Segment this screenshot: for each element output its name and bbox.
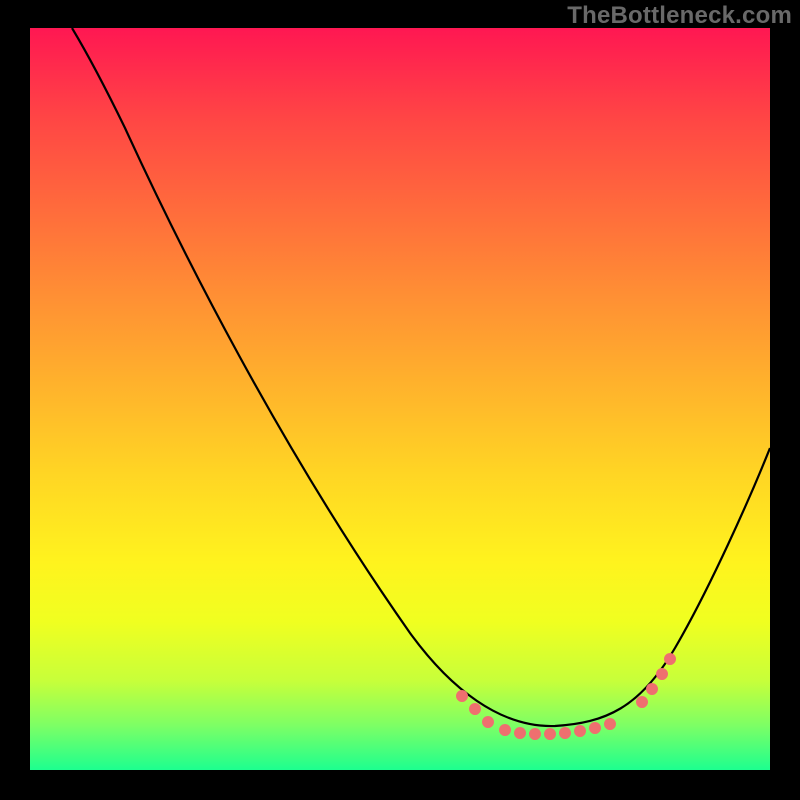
bottleneck-curve xyxy=(72,28,770,726)
watermark-text: TheBottleneck.com xyxy=(567,2,792,30)
chart-container: TheBottleneck.com xyxy=(0,0,800,800)
chart-svg-layer xyxy=(30,28,770,770)
marker-cluster-right xyxy=(636,653,676,708)
